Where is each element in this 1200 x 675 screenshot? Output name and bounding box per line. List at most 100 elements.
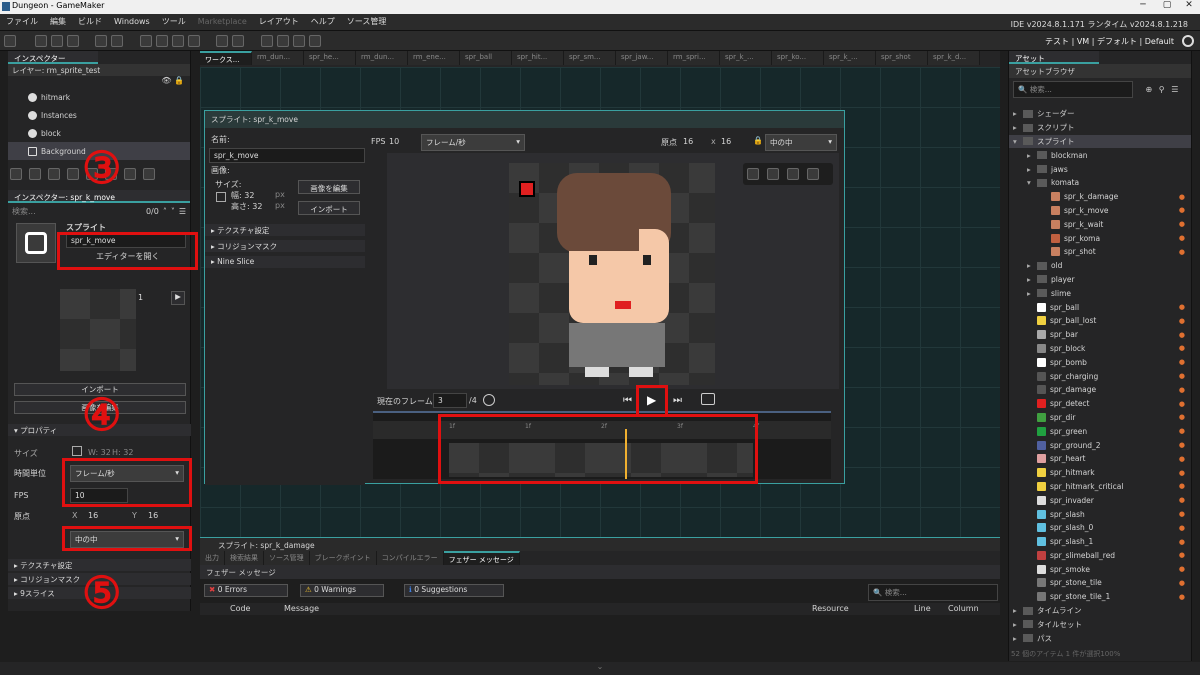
home-icon[interactable] [4,35,16,47]
zoom-reset-icon[interactable] [276,35,289,47]
lock-icon[interactable]: 🔒 [753,136,763,145]
origin-dropdown[interactable]: 中の中 ▾ [765,134,837,151]
bottom-sprite-title[interactable]: スプライト: spr_k_damage [200,537,1000,551]
workspace-tab[interactable]: spr_ball [460,51,512,65]
new-file-icon[interactable] [34,35,47,47]
menu-build[interactable]: ビルド [72,14,108,29]
name-input[interactable]: spr_k_move [209,148,365,163]
menu-source-control[interactable]: ソース管理 [341,14,393,29]
expand-chevron-icon[interactable]: ▾ [1027,178,1037,187]
asset-sprite[interactable]: spr_stone_tile_1 ● [1009,590,1191,604]
fps-unit-dropdown[interactable]: フレーム/秒 ▾ [421,134,525,151]
menu-marketplace[interactable]: Marketplace [192,15,253,28]
asset-sprite[interactable]: spr_koma ● [1009,231,1191,245]
asset-sprite[interactable]: spr_slimeball_red ● [1009,549,1191,563]
col-code[interactable]: Code [230,604,250,613]
asset-folder[interactable]: ▸ jaws [1009,162,1191,176]
zoom-reset-icon[interactable] [767,168,779,180]
skip-back-icon[interactable]: ⏮ [623,395,632,406]
asset-sprite[interactable]: spr_block ● [1009,342,1191,356]
asset-sprite[interactable]: spr_ball_lost ● [1009,314,1191,328]
bottom-collapse-icon[interactable]: ⌄ [0,662,1200,675]
layer-item-instances[interactable]: Instances [8,106,190,124]
asset-sprite[interactable]: spr_charging ● [1009,369,1191,383]
expand-chevron-icon[interactable]: ▸ [1013,620,1023,629]
open-file-icon[interactable] [50,35,63,47]
resize-icon[interactable] [216,192,226,202]
asset-sprite[interactable]: spr_stone_tile ● [1009,576,1191,590]
asset-sprite[interactable]: spr_hitmark_critical ● [1009,480,1191,494]
folder-icon[interactable] [124,168,136,180]
maximize-button[interactable]: ▢ [1158,0,1176,14]
edit-image-button[interactable]: 画像を編集 [298,180,360,194]
skip-forward-icon[interactable]: ⏭ [673,395,682,406]
fps-input[interactable]: 10 [389,137,399,146]
origin-x-input[interactable]: 16 [88,511,98,520]
asset-folder[interactable]: ▸ タイルセット [1009,617,1191,631]
tab-breakpoints[interactable]: ブレークポイント [309,551,377,565]
asset-sprite[interactable]: spr_shot ● [1009,245,1191,259]
layer-item-block[interactable]: block [8,124,190,142]
add-layer-icon[interactable] [10,168,22,180]
sprite-editor-title[interactable]: スプライト: spr_k_move [205,111,844,128]
origin-y-input[interactable]: 16 [148,511,158,520]
tab-source-control[interactable]: ソース管理 [264,551,310,565]
current-frame-input[interactable]: 3 [433,393,467,408]
export-icon[interactable] [95,35,108,47]
workspace-tab[interactable]: rm_ene... [408,51,460,65]
expand-chevron-icon[interactable]: ▸ [1013,634,1023,643]
suggestions-filter[interactable]: ℹ 0 Suggestions [404,584,504,597]
workspace-tab[interactable]: spr_k_... [720,51,772,65]
stop-icon[interactable] [171,35,184,47]
asset-sprite[interactable]: spr_heart ● [1009,452,1191,466]
collision-mask-header[interactable]: ▸ コリジョンマスク [205,240,365,252]
asset-folder[interactable]: ▸ タイムライン [1009,604,1191,618]
menu-layout[interactable]: レイアウト [253,14,305,29]
col-resource[interactable]: Resource [812,604,849,613]
texture-settings-header[interactable]: ▸ テクスチャ設定 [205,224,365,236]
expand-chevron-icon[interactable]: ▸ [1027,165,1037,174]
fit-icon[interactable] [807,168,819,180]
workspace-tab[interactable]: rm_spri... [668,51,720,65]
expand-chevron-icon[interactable]: ▸ [1027,289,1037,298]
menu-tools[interactable]: ツール [156,14,192,29]
delete-icon[interactable] [143,168,155,180]
asset-folder[interactable]: ▸ シェーダー [1009,107,1191,121]
package-icon[interactable] [111,35,124,47]
asset-sprite[interactable]: spr_k_damage ● [1009,190,1191,204]
minimize-button[interactable]: ─ [1134,0,1152,14]
menu-windows[interactable]: Windows [108,15,156,28]
asset-folder[interactable]: ▸ blockman [1009,148,1191,162]
close-button[interactable]: ✕ [1180,0,1198,14]
workspace-tab[interactable]: rm_dun... [356,51,408,65]
asset-folder[interactable]: ▸ old [1009,259,1191,273]
workspace-tab[interactable]: spr_hit... [512,51,564,65]
filter-icon[interactable]: ⚲ [1159,85,1165,94]
eye-icon[interactable]: 👁 🔒 [8,76,190,88]
asset-sprite[interactable]: spr_invader ● [1009,493,1191,507]
workspace-tab[interactable]: spr_jaw... [616,51,668,65]
asset-sprite[interactable]: spr_slash_1 ● [1009,535,1191,549]
tab-assets[interactable]: アセット [1009,51,1099,64]
zoom-out-icon[interactable] [747,168,759,180]
asset-sprite[interactable]: spr_detect ● [1009,397,1191,411]
zoom-in-icon[interactable] [787,168,799,180]
origin-x-input[interactable]: 16 [683,137,693,146]
loop-icon[interactable] [701,393,715,405]
help-icon[interactable] [232,35,245,47]
chevron-down-icon[interactable]: ˅ [171,207,175,216]
add-asset-icon[interactable]: ⊕ [1146,85,1153,94]
asset-sprite[interactable]: spr_slash ● [1009,507,1191,521]
asset-sprite[interactable]: spr_bar ● [1009,328,1191,342]
workspace-tab[interactable]: spr_sm... [564,51,616,65]
asset-search[interactable]: 🔍 検索... [1013,81,1133,98]
right-scrollbar[interactable] [1193,51,1200,661]
inspector-search[interactable]: 検索... [12,206,142,217]
nine-slice-header[interactable]: ▸ Nine Slice [205,256,365,268]
zoom-in-icon[interactable] [292,35,305,47]
asset-sprite[interactable]: spr_k_wait ● [1009,217,1191,231]
feather-search[interactable]: 🔍 検索... [868,584,998,601]
asset-sprite[interactable]: spr_k_move ● [1009,204,1191,218]
tab-search-results[interactable]: 検索結果 [225,551,264,565]
workspace-tab[interactable]: spr_shot [876,51,928,65]
